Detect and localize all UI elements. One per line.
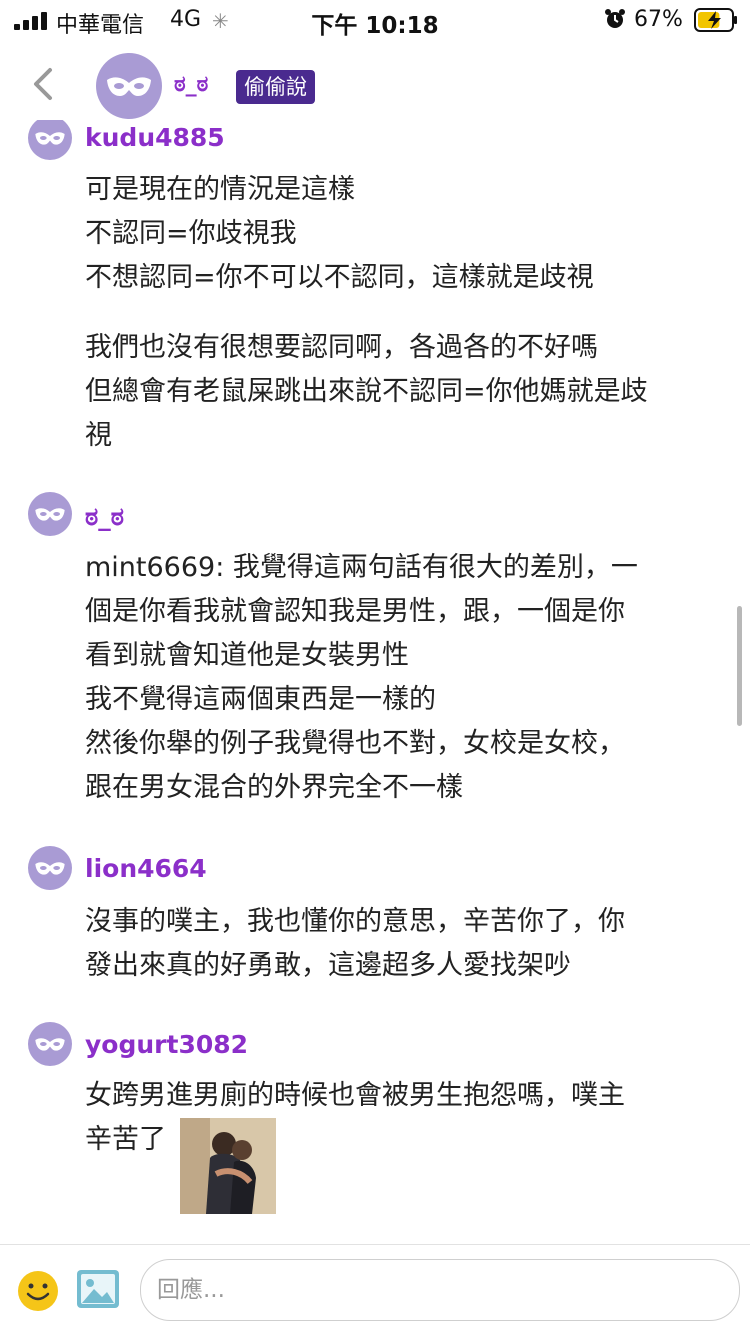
username[interactable]: yogurt3082 <box>85 1030 248 1059</box>
mask-icon <box>35 132 65 145</box>
text-line: 發出來真的好勇敢，這邊超多人愛找架吵 <box>85 950 571 981</box>
text-line: 然後你舉的例子我覺得也不對，女校是女校， <box>85 728 625 759</box>
sticker-image[interactable] <box>180 1118 276 1214</box>
text-line: 跟在男女混合的外界完全不一樣 <box>85 772 463 803</box>
scrollbar[interactable] <box>737 606 742 726</box>
thread-header: ಠ_ಠ 偷偷說 <box>0 44 750 120</box>
response-text: mint6669: 我覺得這兩句話有很大的差別，一 個是你看我就會認知我是男性，… <box>85 546 725 810</box>
text-line: 我不覺得這兩個東西是一樣的 <box>85 684 436 715</box>
text-line: 女跨男進男廁的時候也會被男生抱怨嗎，噗主 <box>85 1080 625 1111</box>
mask-icon <box>35 508 65 521</box>
text-line: 我們也沒有很想要認同啊，各過各的不好嗎 <box>85 332 598 363</box>
text-line: mint6669: 我覺得這兩句話有很大的差別，一 <box>85 552 638 583</box>
response-list[interactable]: kudu4885 可是現在的情況是這樣 不認同=你歧視我 不想認同=你不可以不認… <box>0 120 750 1244</box>
battery-percent: 67% <box>634 7 683 32</box>
username[interactable]: lion4664 <box>85 854 207 883</box>
text-line: 沒事的噗主，我也懂你的意思，辛苦你了，你 <box>85 906 625 937</box>
user-avatar[interactable] <box>28 120 72 160</box>
reply-bar <box>0 1244 750 1335</box>
alarm-icon <box>605 9 625 28</box>
text-line: 辛苦了 <box>85 1118 725 1214</box>
mask-icon <box>107 77 151 96</box>
user-avatar[interactable] <box>28 1022 72 1066</box>
reply-input[interactable] <box>140 1259 740 1321</box>
back-chevron-icon[interactable] <box>28 64 62 104</box>
user-avatar[interactable] <box>28 492 72 536</box>
username[interactable]: ಠ_ಠ <box>85 502 124 532</box>
text-line: 不認同=你歧視我 <box>85 218 297 249</box>
image-icon[interactable] <box>76 1269 120 1309</box>
response-text: 沒事的噗主，我也懂你的意思，辛苦你了，你 發出來真的好勇敢，這邊超多人愛找架吵 <box>85 900 725 988</box>
text-line: 視 <box>85 420 112 451</box>
text-line: 可是現在的情況是這樣 <box>85 174 355 205</box>
author-name[interactable]: ಠ_ಠ <box>174 72 208 97</box>
text-line: 個是你看我就會認知我是男性，跟，一個是你 <box>85 596 625 627</box>
author-avatar[interactable] <box>96 53 162 119</box>
username[interactable]: kudu4885 <box>85 123 225 152</box>
anonymous-badge: 偷偷說 <box>236 70 315 104</box>
text-line-content: 辛苦了 <box>85 1124 166 1155</box>
hug-photo-icon <box>180 1118 276 1214</box>
text-line: 不想認同=你不可以不認同，這樣就是歧視 <box>85 262 594 293</box>
response-text: 可是現在的情況是這樣 不認同=你歧視我 不想認同=你不可以不認同，這樣就是歧視 … <box>85 168 725 458</box>
user-avatar[interactable] <box>28 846 72 890</box>
text-line: 看到就會知道他是女裝男性 <box>85 640 409 671</box>
mask-icon <box>35 1038 65 1051</box>
emoji-icon[interactable] <box>16 1269 60 1313</box>
response-text: 女跨男進男廁的時候也會被男生抱怨嗎，噗主 辛苦了 <box>85 1074 725 1214</box>
text-line: 但總會有老鼠屎跳出來說不認同=你他媽就是歧 <box>85 376 648 407</box>
mask-icon <box>35 862 65 875</box>
battery-charging-icon <box>694 8 737 32</box>
status-bar: 中華電信 4G ✳ 下午 10:18 67% <box>0 0 750 44</box>
